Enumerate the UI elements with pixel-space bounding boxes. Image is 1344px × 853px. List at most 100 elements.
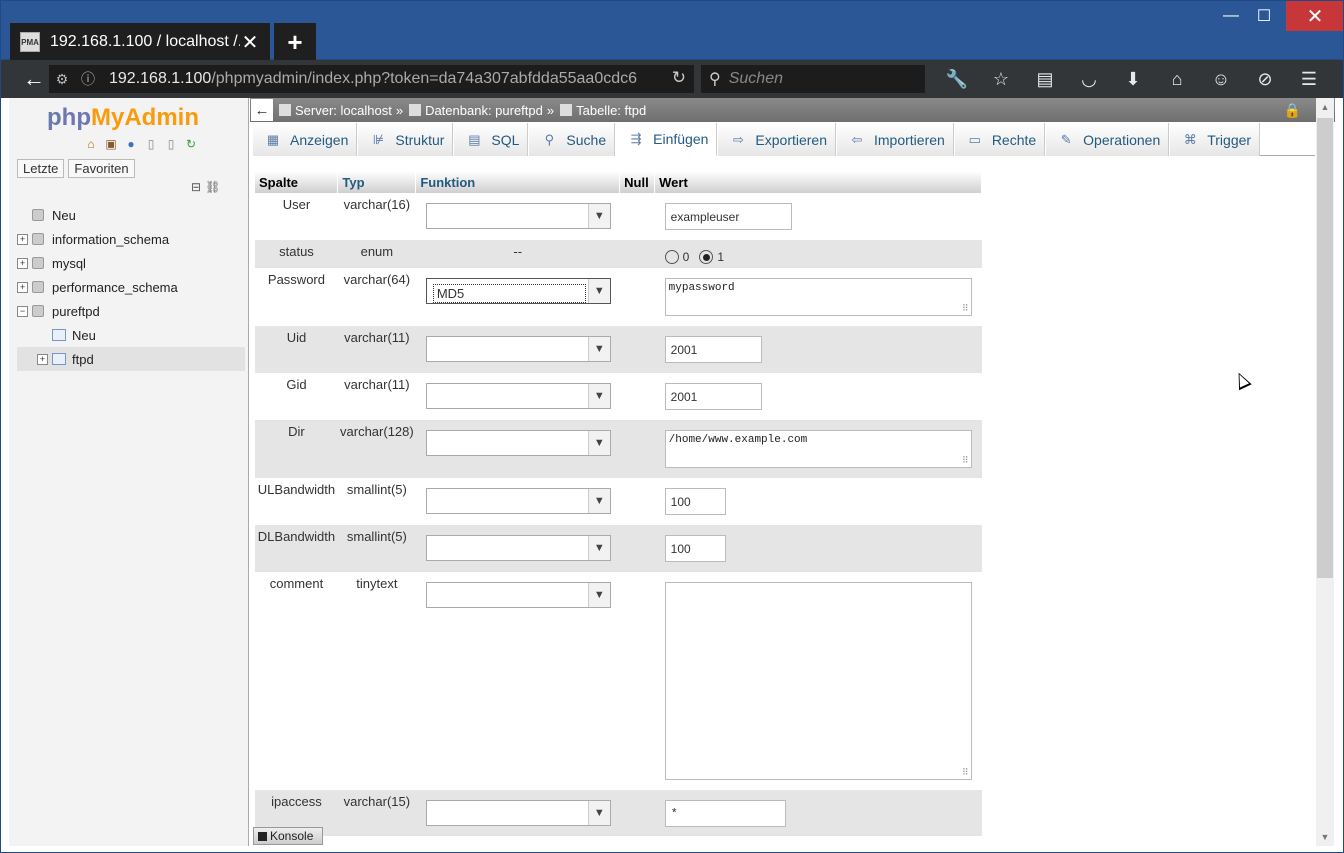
search-bar[interactable]: ⚲ Suchen <box>701 65 925 93</box>
tree-item-new-table[interactable]: Neu <box>17 323 245 347</box>
tab-operationen[interactable]: ✎ Operationen <box>1045 123 1170 156</box>
tab-close-icon[interactable]: ✕ <box>240 30 260 55</box>
value-textarea[interactable]: /home/www.example.com ⠿ <box>664 430 972 468</box>
url-bar[interactable]: ⚙ ⓘ 192.168.1.100/phpmyadmin/index.php?t… <box>49 65 694 93</box>
function-select[interactable]: ▼ <box>425 800 611 826</box>
value-input[interactable]: 2001 <box>664 383 762 410</box>
browser-tab[interactable]: PMA 192.168.1.100 / localhost /... ✕ <box>10 23 270 61</box>
chevron-down-icon[interactable]: ▼ <box>587 489 610 513</box>
scroll-down-icon[interactable]: ▼ <box>1316 828 1334 846</box>
window-close-button[interactable]: ✕ <box>1286 1 1344 31</box>
breadcrumb-server[interactable]: Server: localhost <box>279 103 392 118</box>
tree-label[interactable]: information_schema <box>52 232 169 247</box>
header-funktion[interactable]: Funktion <box>415 171 621 193</box>
maximize-button[interactable]: ☐ <box>1241 1 1287 31</box>
collapse-icon[interactable]: − <box>17 305 28 317</box>
tab-sql[interactable]: ▤ SQL <box>453 123 529 156</box>
emoji-icon[interactable]: ☺ <box>1199 69 1243 90</box>
resize-grip-icon[interactable]: ⠿ <box>962 304 969 314</box>
tree-item-pureftpd[interactable]: − pureftpd <box>17 299 245 323</box>
value-input[interactable]: exampleuser <box>664 203 792 230</box>
tree-item-new-database[interactable]: Neu <box>17 203 245 227</box>
recent-button[interactable]: Letzte <box>17 159 65 178</box>
value-textarea[interactable]: mypassword ⠿ <box>664 278 972 316</box>
breadcrumb-table-label[interactable]: Tabelle: ftpd <box>576 103 646 118</box>
wrench-icon[interactable]: 🔧 <box>935 69 979 90</box>
menu-icon[interactable]: ☰ <box>1287 69 1331 90</box>
tab-struktur[interactable]: ⊯ Struktur <box>357 123 454 156</box>
chevron-down-icon[interactable]: ▼ <box>587 536 610 560</box>
chevron-down-icon[interactable]: ▼ <box>587 801 610 825</box>
chevron-down-icon[interactable]: ▼ <box>587 583 610 607</box>
phpmyadmin-logo[interactable]: phpMyAdmin <box>47 104 199 132</box>
docs-icon[interactable]: ▯ <box>143 136 159 152</box>
reload-icon[interactable]: ↻ <box>183 136 199 152</box>
chevron-down-icon[interactable]: ▼ <box>587 337 610 361</box>
radio-option-1[interactable]: 1 <box>699 250 724 264</box>
expand-icon[interactable]: + <box>37 353 48 365</box>
chevron-down-icon[interactable]: ▼ <box>587 431 610 455</box>
lock-icon[interactable]: 🔒 <box>1284 102 1301 119</box>
tree-label[interactable]: mysql <box>52 256 86 271</box>
scrollbar-thumb[interactable] <box>1317 118 1333 578</box>
radio-button[interactable] <box>664 250 679 264</box>
breadcrumb-server-label[interactable]: Server: localhost <box>295 103 392 118</box>
reload-icon[interactable]: ↻ <box>672 68 686 88</box>
tab-anzeigen[interactable]: ▦ Anzeigen <box>252 123 358 156</box>
tree-label[interactable]: performance_schema <box>52 280 178 295</box>
tree-item-ftpd[interactable]: + ftpd <box>17 347 245 371</box>
tree-item-mysql[interactable]: + mysql <box>17 251 245 275</box>
tab-einfuegen[interactable]: ⇶ Einfügen <box>615 123 718 156</box>
settings-icon[interactable]: ▯ <box>163 136 179 152</box>
vertical-scrollbar[interactable]: ▲ ▼ <box>1316 98 1334 846</box>
function-select[interactable]: ▼ <box>425 535 611 561</box>
header-typ[interactable]: Typ <box>337 171 417 193</box>
tree-item-information-schema[interactable]: + information_schema <box>17 227 245 251</box>
back-button[interactable]: ← <box>17 64 51 94</box>
resize-grip-icon[interactable]: ⠿ <box>962 456 969 466</box>
tree-label[interactable]: Neu <box>52 208 76 223</box>
home-icon[interactable]: ⌂ <box>83 136 99 152</box>
pocket-icon[interactable]: ◡ <box>1067 69 1111 90</box>
function-select[interactable]: ▼ <box>425 582 611 608</box>
function-select[interactable]: ▼ <box>425 488 611 514</box>
value-input[interactable]: 100 <box>664 488 726 515</box>
favorites-button[interactable]: Favoriten <box>68 159 135 178</box>
reading-list-icon[interactable]: ▤ <box>1023 69 1067 90</box>
collapse-panel-arrow-icon[interactable]: ← <box>251 99 273 121</box>
tree-label[interactable]: ftpd <box>72 352 94 367</box>
tab-trigger[interactable]: ⌘ Trigger <box>1169 123 1261 156</box>
breadcrumb-database[interactable]: Datenbank: pureftpd <box>409 103 543 118</box>
tab-exportieren[interactable]: ⇨ Exportieren <box>717 123 836 156</box>
scroll-up-icon[interactable]: ▲ <box>1316 98 1334 116</box>
new-tab-button[interactable]: + <box>274 23 316 61</box>
function-select[interactable]: ▼ <box>425 430 611 456</box>
value-input[interactable]: * <box>664 800 786 827</box>
chevron-down-icon[interactable]: ▼ <box>587 204 610 228</box>
value-input[interactable]: 2001 <box>664 336 762 363</box>
no-script-icon[interactable]: ⊘ <box>1243 69 1287 90</box>
logout-icon[interactable]: ▣ <box>103 136 119 152</box>
function-select[interactable]: MD5 ▼ <box>425 278 611 304</box>
tab-suche[interactable]: ⚲ Suche <box>528 123 616 156</box>
resize-grip-icon[interactable]: ⠿ <box>962 768 969 778</box>
download-icon[interactable]: ⬇ <box>1111 69 1155 90</box>
collapse-all-icon[interactable]: ⊟ <box>191 180 201 194</box>
expand-icon[interactable]: + <box>17 233 28 245</box>
expand-icon[interactable]: + <box>17 257 28 269</box>
breadcrumb-table[interactable]: Tabelle: ftpd <box>560 103 646 118</box>
radio-button[interactable] <box>699 250 714 264</box>
breadcrumb-database-label[interactable]: Datenbank: pureftpd <box>425 103 543 118</box>
help-icon[interactable]: ● <box>123 136 139 152</box>
console-toggle-button[interactable]: Konsole <box>253 827 323 845</box>
value-input[interactable]: 100 <box>664 535 726 562</box>
function-select[interactable]: ▼ <box>425 336 611 362</box>
function-select[interactable]: ▼ <box>425 383 611 409</box>
url-text[interactable]: 192.168.1.100/phpmyadmin/index.php?token… <box>101 70 637 88</box>
site-tools-icon[interactable]: ⚙ <box>49 71 75 88</box>
home-icon[interactable]: ⌂ <box>1155 69 1199 90</box>
tab-importieren[interactable]: ⇦ Importieren <box>836 123 954 156</box>
expand-icon[interactable]: + <box>17 281 28 293</box>
function-select[interactable]: ▼ <box>425 203 611 229</box>
radio-option-0[interactable]: 0 <box>664 250 689 264</box>
